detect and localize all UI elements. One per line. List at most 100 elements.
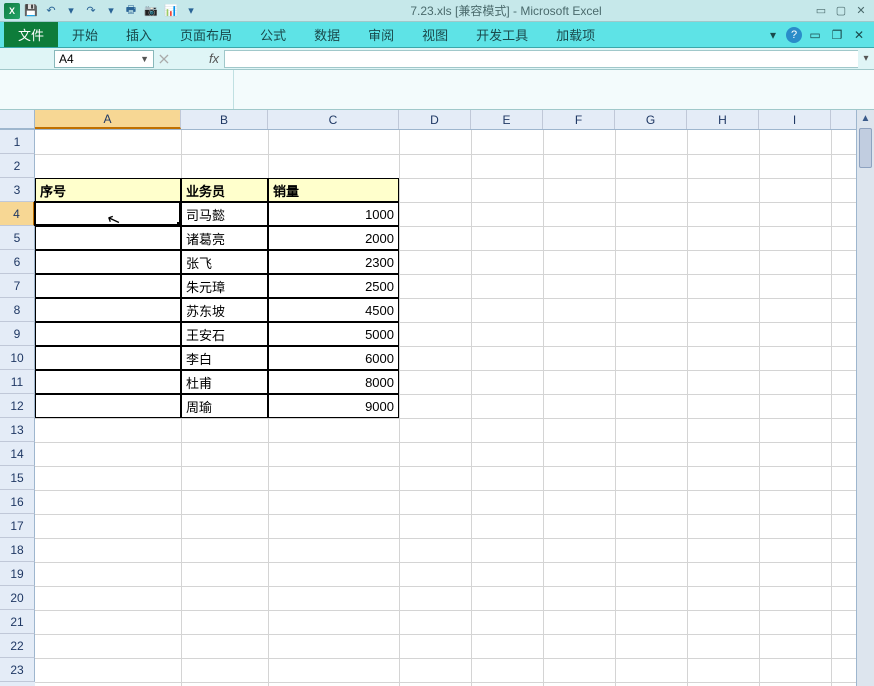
cell-B12[interactable]: 周瑜 — [181, 394, 268, 418]
cell-B10[interactable]: 李白 — [181, 346, 268, 370]
column-header-E[interactable]: E — [471, 110, 543, 129]
cell-C4[interactable]: 1000 — [268, 202, 399, 226]
cell-C8[interactable]: 4500 — [268, 298, 399, 322]
cell-C11[interactable]: 8000 — [268, 370, 399, 394]
cell-A12[interactable] — [35, 394, 181, 418]
file-tab[interactable]: 文件 — [4, 22, 58, 47]
cell-C5[interactable]: 2000 — [268, 226, 399, 250]
cell-A10[interactable] — [35, 346, 181, 370]
cell-A6[interactable] — [35, 250, 181, 274]
cell-B5[interactable]: 诸葛亮 — [181, 226, 268, 250]
workbook-restore-icon[interactable]: ❐ — [828, 26, 846, 44]
ribbon-tab-insert[interactable]: 插入 — [112, 22, 166, 47]
cell-A9[interactable] — [35, 322, 181, 346]
column-header-H[interactable]: H — [687, 110, 759, 129]
redo-dropdown-icon[interactable]: ▾ — [102, 2, 120, 20]
qat-camera-icon[interactable]: 📷 — [142, 2, 160, 20]
cell-B4[interactable]: 司马懿 — [181, 202, 268, 226]
row-header-10[interactable]: 10 — [0, 346, 35, 370]
close-button[interactable]: ✕ — [852, 3, 870, 19]
ribbon-tab-developer[interactable]: 开发工具 — [462, 22, 542, 47]
row-header-13[interactable]: 13 — [0, 418, 35, 442]
row-header-6[interactable]: 6 — [0, 250, 35, 274]
fx-cancel-icon[interactable]: ⨯ — [154, 49, 174, 69]
cell-B7[interactable]: 朱元璋 — [181, 274, 268, 298]
qat-customize-icon[interactable]: ▾ — [182, 2, 200, 20]
column-header-C[interactable]: C — [268, 110, 399, 129]
cell-A11[interactable] — [35, 370, 181, 394]
row-header-9[interactable]: 9 — [0, 322, 35, 346]
ribbon-tab-data[interactable]: 数据 — [300, 22, 354, 47]
name-box-dropdown-icon[interactable]: ▼ — [140, 54, 149, 64]
row-header-5[interactable]: 5 — [0, 226, 35, 250]
cell-A4[interactable] — [35, 202, 181, 226]
row-header-22[interactable]: 22 — [0, 634, 35, 658]
cell-B8[interactable]: 苏东坡 — [181, 298, 268, 322]
ribbon-tab-review[interactable]: 审阅 — [354, 22, 408, 47]
row-header-1[interactable]: 1 — [0, 130, 35, 154]
formula-bar-expand-icon[interactable]: ▾ — [858, 48, 874, 69]
cell-C6[interactable]: 2300 — [268, 250, 399, 274]
row-header-11[interactable]: 11 — [0, 370, 35, 394]
cell-C7[interactable]: 2500 — [268, 274, 399, 298]
row-header-7[interactable]: 7 — [0, 274, 35, 298]
cell-grid[interactable]: 序号业务员销量司马懿1000诸葛亮2000张飞2300朱元璋2500苏东坡450… — [35, 130, 874, 686]
qat-print-icon[interactable]: 🖶 — [122, 2, 140, 20]
help-icon[interactable]: ? — [786, 27, 802, 43]
row-header-21[interactable]: 21 — [0, 610, 35, 634]
row-header-8[interactable]: 8 — [0, 298, 35, 322]
cell-C9[interactable]: 5000 — [268, 322, 399, 346]
cell-A8[interactable] — [35, 298, 181, 322]
qat-chart-icon[interactable]: 📊 — [162, 2, 180, 20]
table-header-A[interactable]: 序号 — [35, 178, 181, 202]
cell-A5[interactable] — [35, 226, 181, 250]
column-header-D[interactable]: D — [399, 110, 471, 129]
column-header-F[interactable]: F — [543, 110, 615, 129]
fx-icon[interactable]: fx — [204, 51, 224, 66]
scroll-thumb[interactable] — [859, 128, 872, 168]
row-header-3[interactable]: 3 — [0, 178, 35, 202]
redo-icon[interactable]: ↷ — [82, 2, 100, 20]
undo-dropdown-icon[interactable]: ▾ — [62, 2, 80, 20]
workbook-close-icon[interactable]: ✕ — [850, 26, 868, 44]
cell-B11[interactable]: 杜甫 — [181, 370, 268, 394]
row-header-18[interactable]: 18 — [0, 538, 35, 562]
scroll-up-icon[interactable]: ▲ — [857, 110, 874, 126]
maximize-button[interactable]: ▢ — [832, 3, 850, 19]
name-box[interactable]: A4 ▼ — [54, 50, 154, 68]
column-header-G[interactable]: G — [615, 110, 687, 129]
cell-B6[interactable]: 张飞 — [181, 250, 268, 274]
ribbon-tab-addins[interactable]: 加载项 — [542, 22, 609, 47]
row-header-15[interactable]: 15 — [0, 466, 35, 490]
row-header-2[interactable]: 2 — [0, 154, 35, 178]
row-header-20[interactable]: 20 — [0, 586, 35, 610]
ribbon-tab-pagelayout[interactable]: 页面布局 — [166, 22, 246, 47]
workbook-minimize-icon[interactable]: ▭ — [806, 26, 824, 44]
vertical-scrollbar[interactable]: ▲ — [856, 110, 874, 686]
row-header-17[interactable]: 17 — [0, 514, 35, 538]
undo-icon[interactable]: ↶ — [42, 2, 60, 20]
cell-C12[interactable]: 9000 — [268, 394, 399, 418]
minimize-button[interactable]: ▭ — [812, 3, 830, 19]
table-header-C[interactable]: 销量 — [268, 178, 399, 202]
row-header-14[interactable]: 14 — [0, 442, 35, 466]
table-header-B[interactable]: 业务员 — [181, 178, 268, 202]
select-all-corner[interactable] — [0, 110, 35, 129]
row-header-12[interactable]: 12 — [0, 394, 35, 418]
row-header-19[interactable]: 19 — [0, 562, 35, 586]
column-header-I[interactable]: I — [759, 110, 831, 129]
row-header-16[interactable]: 16 — [0, 490, 35, 514]
ribbon-minimize-icon[interactable]: ▾ — [764, 26, 782, 44]
ribbon-tab-home[interactable]: 开始 — [58, 22, 112, 47]
row-header-23[interactable]: 23 — [0, 658, 35, 682]
column-header-A[interactable]: A — [35, 110, 181, 129]
cell-A7[interactable] — [35, 274, 181, 298]
cell-C10[interactable]: 6000 — [268, 346, 399, 370]
row-header-4[interactable]: 4 — [0, 202, 35, 226]
column-header-B[interactable]: B — [181, 110, 268, 129]
ribbon-tab-formulas[interactable]: 公式 — [246, 22, 300, 47]
save-icon[interactable]: 💾 — [22, 2, 40, 20]
cell-B9[interactable]: 王安石 — [181, 322, 268, 346]
formula-input[interactable] — [224, 50, 858, 68]
ribbon-tab-view[interactable]: 视图 — [408, 22, 462, 47]
